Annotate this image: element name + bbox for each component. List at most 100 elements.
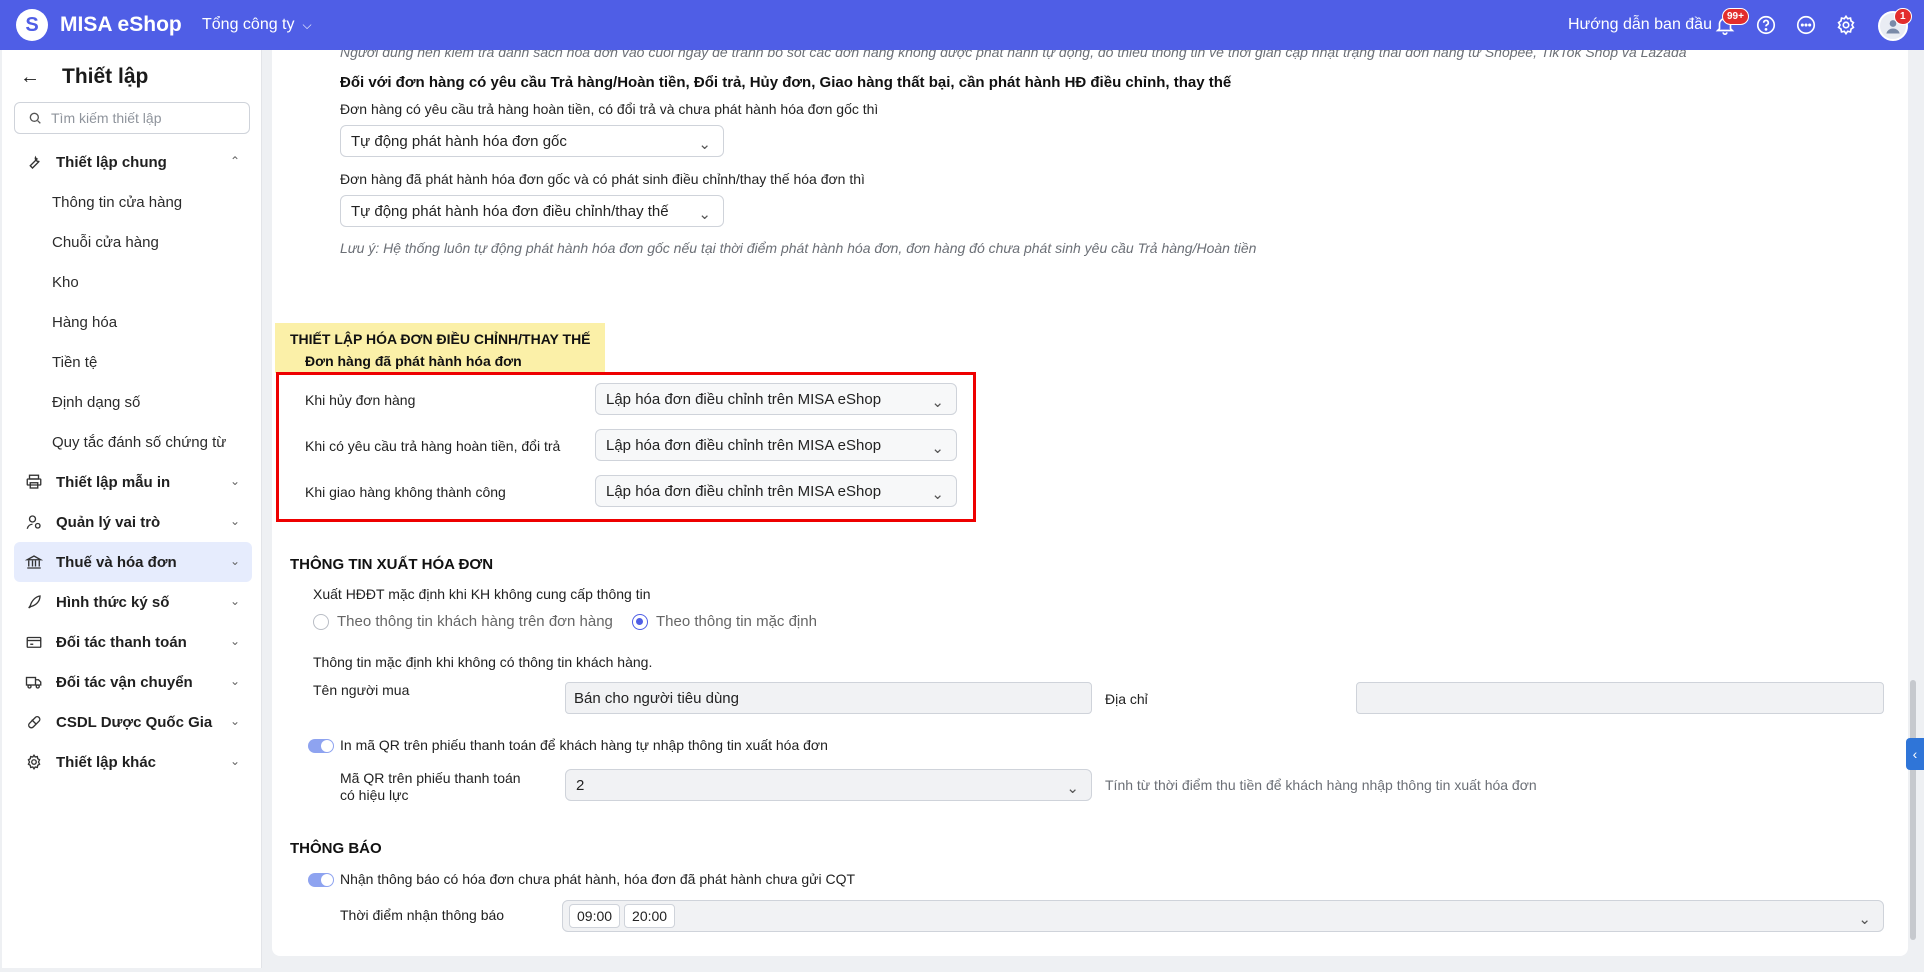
truck-icon [24, 672, 44, 692]
settings-header: ← Thiết lập [20, 65, 148, 89]
issued-adjust-label: Đơn hàng đã phát hành hóa đơn gốc và có … [340, 171, 865, 187]
sidebar-subitem-number-format[interactable]: Định dạng số [14, 382, 252, 422]
notify-toggle-label: Nhận thông báo có hóa đơn chưa phát hành… [340, 871, 856, 887]
qr-validity-hint: Tính từ thời điểm thu tiền để khách hàng… [1105, 777, 1537, 793]
app-name[interactable]: MISA eShop [60, 13, 182, 37]
sidebar-subitem-warehouse[interactable]: Kho [14, 262, 252, 302]
refund-request-value: Lập hóa đơn điều chỉnh trên MISA eShop [606, 436, 882, 454]
pen-icon [24, 592, 44, 612]
settings-nav: Thiết lập chung ⌃ Thông tin cửa hàng Chu… [14, 142, 252, 782]
notify-time-label: Thời điểm nhận thông báo [340, 907, 505, 923]
tools-icon [24, 152, 44, 172]
company-name: Tổng công ty [202, 16, 295, 33]
time-chip[interactable]: 20:00 [624, 904, 676, 928]
sidebar-item-payment-partners[interactable]: Đối tác thanh toán ⌄ [14, 622, 252, 662]
qr-validity-select[interactable]: 2 ⌄ [565, 769, 1092, 801]
chevron-down-icon: ⌄ [931, 394, 944, 411]
sidebar-subitem-currency[interactable]: Tiền tệ [14, 342, 252, 382]
collapse-panel-tab[interactable]: ‹ [1906, 738, 1924, 770]
gear-icon[interactable] [1834, 13, 1858, 37]
chevron-down-icon: ⌄ [1858, 911, 1871, 928]
buyer-name-input[interactable] [565, 682, 1092, 714]
qr-validity-label-line2: có hiệu lực [340, 787, 409, 803]
radio-circle-selected [632, 613, 648, 630]
more-icon[interactable] [1794, 13, 1818, 37]
return-policy-heading: Đối với đơn hàng có yêu cầu Trả hàng/Hoà… [340, 74, 1232, 91]
delivery-failed-value: Lập hóa đơn điều chỉnh trên MISA eShop [606, 482, 882, 500]
sidebar-subitem-numbering-rules[interactable]: Quy tắc đánh số chứng từ [14, 422, 252, 462]
sidebar-item-national-drug-db[interactable]: CSDL Dược Quốc Gia ⌄ [14, 702, 252, 742]
qr-validity-label-line1: Mã QR trên phiếu thanh toán [340, 770, 521, 786]
radio-circle [313, 613, 329, 630]
chevron-down-icon: ⌄ [229, 514, 240, 528]
sidebar-item-roles[interactable]: Quản lý vai trò ⌄ [14, 502, 252, 542]
chevron-down-icon: ⌄ [229, 474, 240, 488]
address-label: Địa chỉ [1105, 691, 1148, 707]
chevron-down-icon: ⌄ [229, 714, 240, 728]
scrollbar[interactable] [1910, 680, 1916, 940]
chevron-left-icon: ‹ [1912, 746, 1918, 762]
guide-link[interactable]: Hướng dẫn ban đầu [1568, 16, 1712, 34]
radio-default-info[interactable]: Theo thông tin mặc định [632, 613, 817, 630]
issued-adjust-value: Tự động phát hành hóa đơn điều chỉnh/tha… [351, 202, 669, 220]
wallet-icon [24, 632, 44, 652]
chevron-down-icon: ⌄ [931, 440, 944, 457]
chevron-down-icon: ⌄ [698, 136, 711, 153]
sidebar-item-other-settings[interactable]: Thiết lập khác ⌄ [14, 742, 252, 782]
search-input[interactable] [51, 110, 241, 126]
sidebar-subitem-products[interactable]: Hàng hóa [14, 302, 252, 342]
export-section-title: THÔNG TIN XUẤT HÓA ĐƠN [290, 556, 494, 573]
sidebar-item-general[interactable]: Thiết lập chung ⌃ [14, 142, 252, 182]
auto-issue-note: Người dùng nên kiểm tra danh sách hóa đơ… [340, 50, 1687, 60]
return-unissued-label: Đơn hàng có yêu cầu trả hàng hoàn tiền, … [340, 101, 879, 117]
avatar-badge: 1 [1894, 8, 1912, 25]
sidebar-item-print-templates[interactable]: Thiết lập mẫu in ⌄ [14, 462, 252, 502]
qr-print-toggle[interactable] [308, 739, 334, 753]
chevron-down-icon: ⌄ [229, 554, 240, 568]
address-input[interactable] [1356, 682, 1884, 714]
chevron-down-icon: ⌄ [229, 634, 240, 648]
sidebar-item-tax-invoice[interactable]: Thuế và hóa đơn ⌄ [14, 542, 252, 582]
time-chip[interactable]: 09:00 [569, 904, 621, 928]
gear-icon [24, 752, 44, 772]
qr-validity-value: 2 [576, 776, 585, 794]
radio-customer-info[interactable]: Theo thông tin khách hàng trên đơn hàng [313, 613, 613, 630]
sidebar: ← Thiết lập Thiết lập chung ⌃ Thông tin … [2, 50, 262, 968]
back-arrow-icon[interactable]: ← [20, 66, 40, 89]
chevron-up-icon: ⌃ [229, 154, 240, 168]
cancel-order-select[interactable]: Lập hóa đơn điều chỉnh trên MISA eShop ⌄ [595, 383, 957, 415]
refund-request-select[interactable]: Lập hóa đơn điều chỉnh trên MISA eShop ⌄ [595, 429, 957, 461]
logo-icon[interactable]: S [16, 9, 48, 41]
return-unissued-select[interactable]: Tự động phát hành hóa đơn gốc ⌄ [340, 125, 724, 157]
bank-icon [24, 552, 44, 572]
settings-search[interactable] [14, 102, 250, 134]
auto-issue-remark: Lưu ý: Hệ thống luôn tự động phát hành h… [340, 240, 1257, 256]
help-icon[interactable] [1754, 13, 1778, 37]
default-export-label: Xuất HĐĐT mặc định khi KH không cung cấp… [313, 586, 651, 602]
sidebar-subitem-store-chain[interactable]: Chuỗi cửa hàng [14, 222, 252, 262]
company-selector[interactable]: Tổng công ty ⌵ [202, 16, 312, 34]
notify-toggle[interactable] [308, 873, 334, 887]
delivery-failed-label: Khi giao hàng không thành công [305, 484, 506, 500]
sidebar-item-shipping-partners[interactable]: Đối tác vận chuyển ⌄ [14, 662, 252, 702]
chevron-down-icon: ⌄ [931, 486, 944, 503]
sidebar-item-digital-signature[interactable]: Hình thức ký số ⌄ [14, 582, 252, 622]
qr-print-label: In mã QR trên phiếu thanh toán để khách … [340, 737, 828, 753]
chevron-down-icon: ⌄ [1066, 780, 1079, 797]
cancel-order-label: Khi hủy đơn hàng [305, 392, 416, 408]
sidebar-subitem-store-info[interactable]: Thông tin cửa hàng [14, 182, 252, 222]
issued-adjust-select[interactable]: Tự động phát hành hóa đơn điều chỉnh/tha… [340, 195, 724, 227]
delivery-failed-select[interactable]: Lập hóa đơn điều chỉnh trên MISA eShop ⌄ [595, 475, 957, 507]
user-role-icon [24, 512, 44, 532]
refund-request-label: Khi có yêu cầu trả hàng hoàn tiền, đổi t… [305, 438, 561, 454]
qr-validity-label: Mã QR trên phiếu thanh toán có hiệu lực [340, 770, 521, 804]
chevron-down-icon: ⌵ [302, 17, 312, 32]
buyer-name-label: Tên người mua [313, 682, 410, 698]
default-info-label: Thông tin mặc định khi không có thông ti… [313, 654, 653, 670]
notify-time-select[interactable]: 09:00 20:00 ⌄ [562, 900, 1884, 932]
notification-badge: 99+ [1722, 8, 1749, 25]
chevron-down-icon: ⌄ [229, 674, 240, 688]
notify-section-title: THÔNG BÁO [290, 840, 382, 857]
adjustment-section-subtitle: Đơn hàng đã phát hành hóa đơn [305, 353, 522, 369]
chevron-down-icon: ⌄ [229, 754, 240, 768]
